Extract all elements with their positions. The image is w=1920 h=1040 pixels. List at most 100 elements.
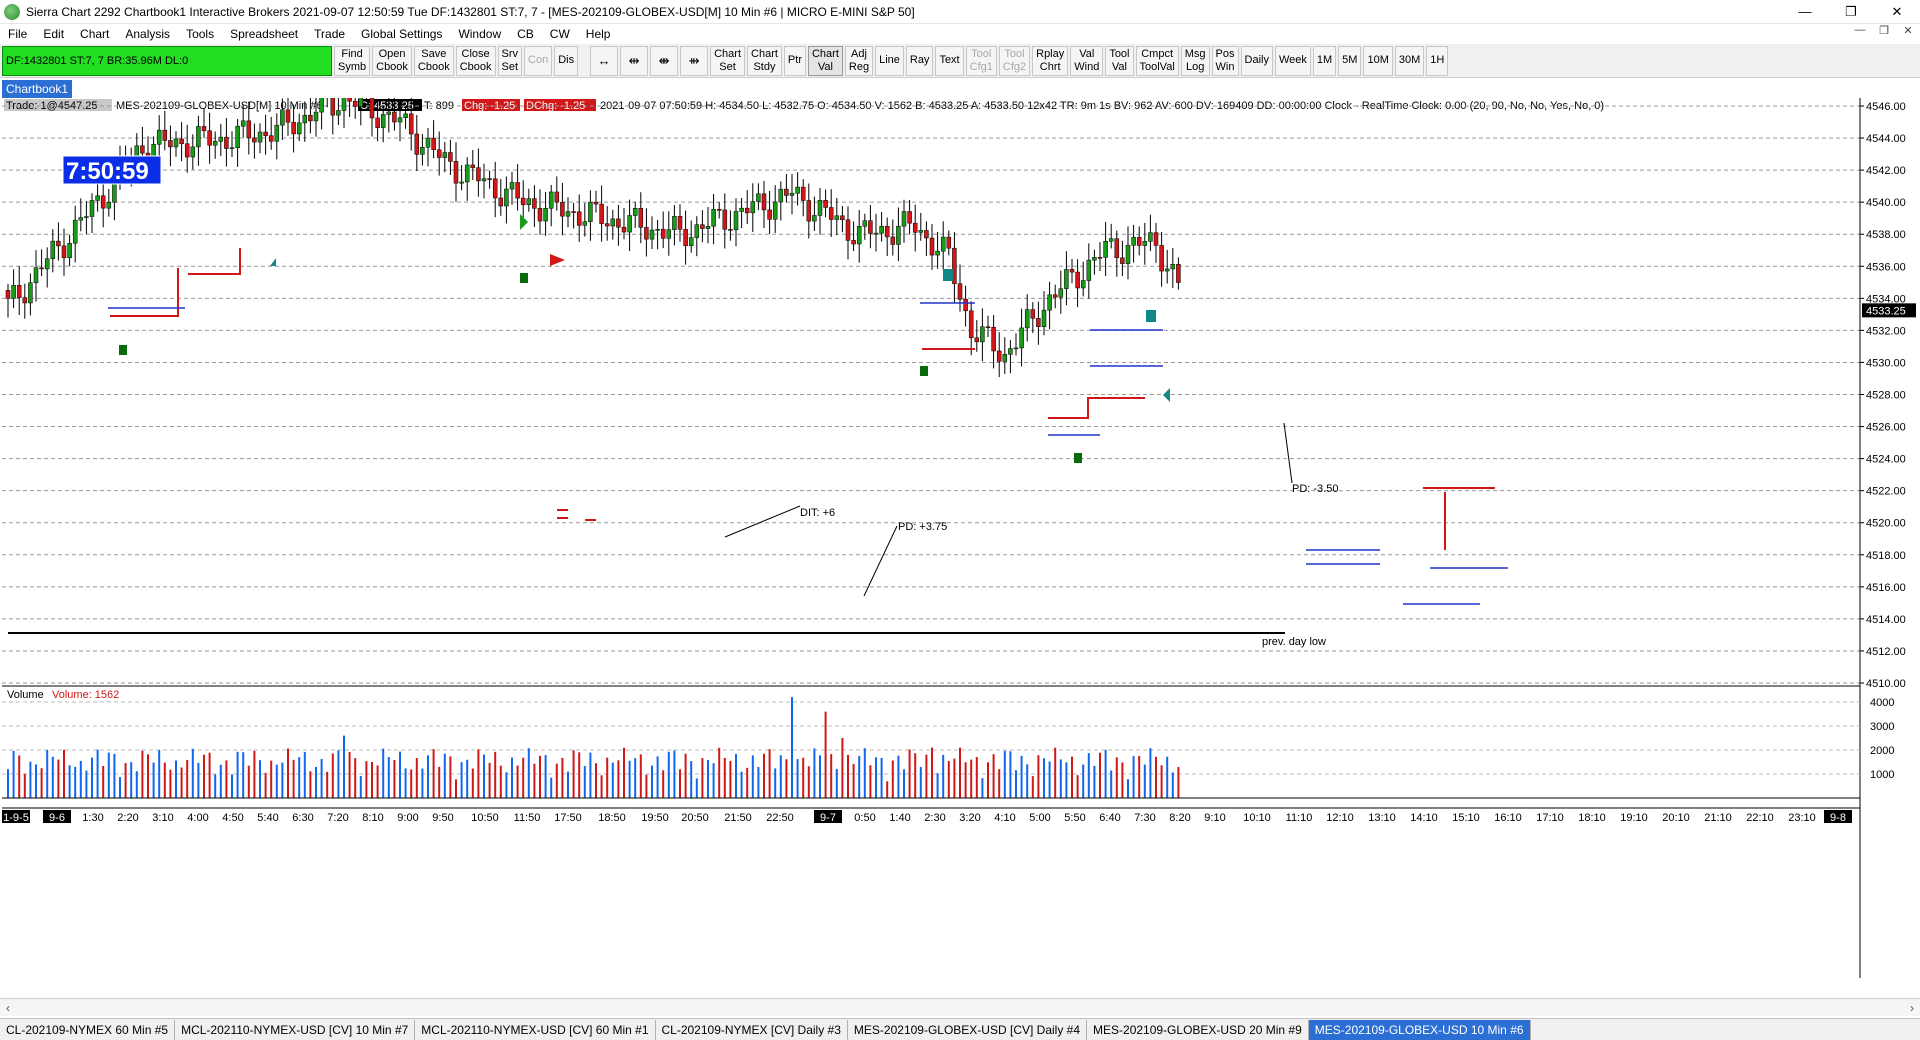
toolbar-srv-set-button[interactable]: Srv Set [497, 45, 523, 76]
time-axis-label: 2:30 [924, 812, 945, 824]
candle-body [403, 113, 408, 118]
candle-body [940, 236, 946, 252]
toolbar-dis-button[interactable]: Dis [554, 45, 579, 76]
candle-body [1170, 263, 1176, 270]
toolbar-chart-set-button[interactable]: Chart Set [710, 45, 746, 76]
toolbar-30m-button[interactable]: 30M [1394, 45, 1425, 76]
candle-body [425, 137, 431, 148]
toolbar-text-button[interactable]: Text [935, 45, 964, 76]
toolbar-ray-button[interactable]: Ray [905, 45, 934, 76]
toolbar-5m-button[interactable]: 5M [1338, 45, 1362, 76]
toolbar-pos-win-button[interactable]: Pos Win [1211, 45, 1239, 76]
toolbar-save-cbook-button[interactable]: Save Cbook [413, 45, 454, 76]
toolbar-zoom-icon-0[interactable]: ↔ [590, 45, 619, 76]
mdi-minimize-button[interactable]: — [1848, 24, 1872, 37]
candle-body [632, 208, 638, 216]
candle-body [884, 226, 890, 238]
toolbar-1h-button[interactable]: 1H [1426, 45, 1449, 76]
time-axis-label: 17:10 [1536, 812, 1564, 824]
toolbar-line-button[interactable]: Line [875, 45, 904, 76]
candle-body [285, 109, 291, 123]
mdi-close-button[interactable]: ✕ [1896, 24, 1920, 37]
toolbar-1m-button[interactable]: 1M [1312, 45, 1337, 76]
price-chart[interactable]: Trade: 1@4547.25 MES-202109-GLOBEX-USD[M]… [0, 76, 1920, 980]
chart-tab-3[interactable]: CL-202109-NYMEX [CV] Daily #3 [656, 1019, 848, 1040]
time-axis-label: 21:50 [724, 812, 752, 824]
chart-tab-1[interactable]: MCL-202110-NYMEX-USD [CV] 10 Min #7 [175, 1019, 416, 1040]
menu-window[interactable]: Window [450, 27, 509, 41]
chart-tab-5[interactable]: MES-202109-GLOBEX-USD 20 Min #9 [1087, 1019, 1309, 1040]
chart-tab-6[interactable]: MES-202109-GLOBEX-USD 10 Min #6 [1308, 1019, 1531, 1040]
toolbar-find-symb-button[interactable]: Find Symb [334, 45, 371, 76]
menu-file[interactable]: File [0, 27, 35, 41]
toolbar-adj-reg-button[interactable]: Adj Reg [844, 45, 874, 76]
price-axis-label: 4516.00 [1866, 582, 1906, 594]
candle-body [313, 111, 319, 122]
menu-spreadsheet[interactable]: Spreadsheet [222, 27, 306, 41]
toolbar-con-button[interactable]: Con [524, 45, 553, 76]
toolbar-cmpct-toolval-button[interactable]: Cmpct ToolVal [1135, 45, 1179, 76]
toolbar-tool-cfg2-button[interactable]: Tool Cfg2 [998, 45, 1031, 76]
toolbar-zoom-icon-2[interactable]: ⇼ [650, 45, 679, 76]
toolbar-open-cbook-button[interactable]: Open Cbook [372, 45, 412, 76]
toolbar-close-cbook-button[interactable]: Close Cbook [455, 45, 496, 76]
chart-region[interactable]: Trade: 1@4547.25 MES-202109-GLOBEX-USD[M]… [0, 76, 1920, 980]
time-axis-label: 11:10 [1286, 812, 1313, 824]
price-axis-label: 4526.00 [1866, 422, 1906, 434]
alert-marker [943, 269, 953, 281]
toolbar-week-button[interactable]: Week [1274, 45, 1311, 76]
toolbar-tool-val-button[interactable]: Tool Val [1105, 45, 1134, 76]
toolbar-10m-button[interactable]: 10M [1363, 45, 1393, 76]
toolbar-zoom-icon-3[interactable]: ⇻ [680, 45, 709, 76]
menu-global-settings[interactable]: Global Settings [353, 27, 450, 41]
candle-body [588, 201, 593, 222]
candle-body [576, 211, 582, 226]
candle-body [140, 145, 145, 154]
menu-help[interactable]: Help [578, 27, 619, 41]
toolbar-msg-log-button[interactable]: Msg Log [1180, 45, 1210, 76]
chart-tab-2[interactable]: MCL-202110-NYMEX-USD [CV] 60 Min #1 [415, 1019, 656, 1040]
candle-body [879, 226, 884, 234]
menu-analysis[interactable]: Analysis [117, 27, 178, 41]
candle-body [431, 137, 436, 150]
scroll-right-arrow[interactable]: › [1904, 999, 1920, 1017]
candle-body [39, 267, 44, 270]
candle-body [420, 146, 425, 155]
candle-body [72, 219, 78, 244]
toolbar-val-wind-button[interactable]: Val Wind [1070, 45, 1104, 76]
time-axis-label: 4:00 [187, 812, 208, 824]
candle-body [688, 237, 694, 247]
mdi-restore-button[interactable]: ❐ [1872, 24, 1896, 37]
candle-body [1008, 348, 1013, 355]
chart-tab-4[interactable]: MES-202109-GLOBEX-USD [CV] Daily #4 [848, 1019, 1088, 1040]
candle-body [308, 115, 313, 122]
toolbar-daily-button[interactable]: Daily [1240, 45, 1273, 76]
chartbook-tab-strip: Chartbook1 [0, 80, 1920, 98]
connection-status-box[interactable]: DF:1432801 ST:7, 7 BR:35.96M DL:0 [2, 45, 332, 76]
toolbar-tool-cfg1-button[interactable]: Tool Cfg1 [965, 45, 997, 76]
maximize-button[interactable]: ❐ [1828, 0, 1874, 24]
chart-tab-0[interactable]: CL-202109-NYMEX 60 Min #5 [0, 1019, 176, 1040]
menu-trade[interactable]: Trade [306, 27, 353, 41]
pd-ray-line-1 [863, 525, 898, 597]
chart-horizontal-scrollbar[interactable]: ‹ › [0, 998, 1920, 1016]
menu-cw[interactable]: CW [542, 27, 578, 41]
menu-chart[interactable]: Chart [72, 27, 117, 41]
scroll-left-arrow[interactable]: ‹ [0, 999, 16, 1017]
minimize-button[interactable]: — [1782, 0, 1828, 24]
toolbar-chart-val-button[interactable]: Chart Val [807, 45, 843, 76]
toolbar-chart-stdy-button[interactable]: Chart Stdy [747, 45, 782, 76]
toolbar-ptr-button[interactable]: Ptr [783, 45, 806, 76]
close-button[interactable]: ✕ [1874, 0, 1920, 24]
candle-body [498, 197, 504, 207]
time-axis-label: 8:20 [1169, 812, 1190, 824]
menu-tools[interactable]: Tools [178, 27, 222, 41]
menu-edit[interactable]: Edit [35, 27, 72, 41]
candle-body [89, 200, 95, 217]
candle-body [1108, 238, 1114, 242]
toolbar-zoom-icon-1[interactable]: ⇹ [620, 45, 649, 76]
toolbar-rplay-chrt-button[interactable]: Rplay Chrt [1032, 45, 1069, 76]
clock-label: 7:50:59 [66, 158, 149, 185]
tab-chartbook1[interactable]: Chartbook1 [2, 80, 73, 98]
menu-cb[interactable]: CB [509, 27, 542, 41]
